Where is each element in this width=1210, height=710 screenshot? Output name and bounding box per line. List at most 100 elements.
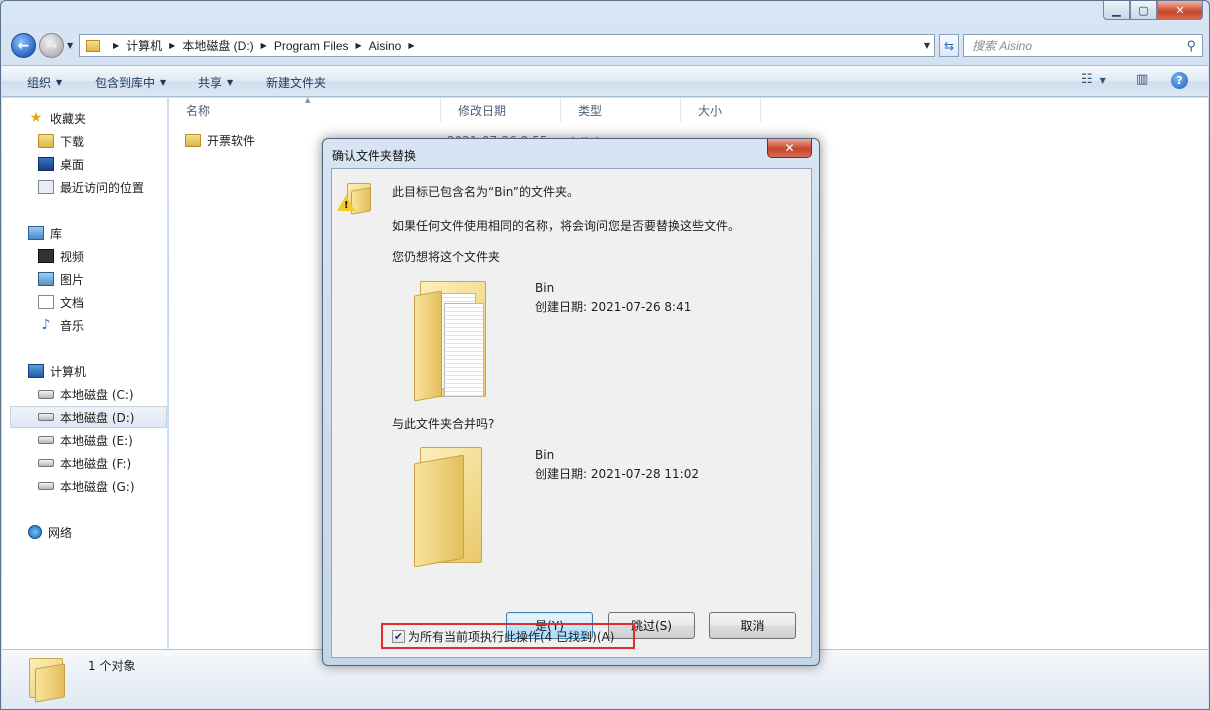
breadcrumb: ▶ 计算机 ▶ 本地磁盘 (D:) ▶ Program Files ▶ Aisi… <box>106 37 422 54</box>
breadcrumb-drive-d[interactable]: 本地磁盘 (D:) <box>182 37 253 54</box>
target-folder-icon <box>412 445 492 569</box>
close-icon: ✕ <box>1175 3 1185 17</box>
chevron-right-icon[interactable]: ▶ <box>113 41 119 50</box>
nav-videos-label: 视频 <box>60 249 85 264</box>
chevron-right-icon[interactable]: ▶ <box>356 41 362 50</box>
sort-ascending-icon: ▲ <box>305 96 311 104</box>
preview-pane-icon: ▥ <box>1136 72 1149 87</box>
breadcrumb-aisino[interactable]: Aisino <box>369 39 402 53</box>
picture-icon <box>38 272 54 286</box>
dialog-body: ! 此目标已包含名为“Bin”的文件夹。 如果任何文件使用相同的名称，将会询问您… <box>331 168 812 658</box>
include-in-library-label: 包含到库中 <box>95 76 156 90</box>
apply-to-all-label[interactable]: 为所有当前项执行此操作(4 已找到)(A) <box>408 628 614 645</box>
breadcrumb-program-files[interactable]: Program Files <box>274 39 349 53</box>
nav-drive-e[interactable]: 本地磁盘 (E:) <box>38 429 167 451</box>
nav-drive-f[interactable]: 本地磁盘 (F:) <box>38 452 167 474</box>
address-history-dropdown[interactable]: ▼ <box>924 41 930 50</box>
column-modified-label: 修改日期 <box>458 103 507 118</box>
video-icon <box>38 249 54 263</box>
dialog-close-button[interactable]: ✕ <box>767 139 812 158</box>
organize-menu[interactable]: 组织 ▼ <box>27 74 62 91</box>
column-header-modified[interactable]: 修改日期 <box>441 98 561 122</box>
skip-button-label: 跳过(S) <box>631 619 672 633</box>
column-type-label: 类型 <box>578 103 603 118</box>
target-folder-created: 创建日期: 2021-07-28 11:02 <box>535 467 699 481</box>
search-icon[interactable]: ⚲ <box>1186 38 1196 54</box>
library-icon <box>28 226 44 240</box>
organize-label: 组织 <box>27 76 52 90</box>
caption-buttons: ▁ ▢ ✕ <box>1103 1 1203 20</box>
address-bar[interactable]: ▶ 计算机 ▶ 本地磁盘 (D:) ▶ Program Files ▶ Aisi… <box>79 34 935 57</box>
document-icon <box>38 295 54 309</box>
share-menu[interactable]: 共享 ▼ <box>198 74 233 91</box>
chevron-right-icon[interactable]: ▶ <box>169 41 175 50</box>
refresh-button[interactable]: ⇆ <box>939 34 959 57</box>
downloads-folder-icon <box>38 134 54 148</box>
computer-icon <box>28 364 44 378</box>
help-button[interactable]: ? <box>1171 72 1188 89</box>
dialog-message-line1: 此目标已包含名为“Bin”的文件夹。 <box>392 185 579 199</box>
nav-drive-d-label: 本地磁盘 (D:) <box>60 410 135 425</box>
nav-libraries-label: 库 <box>50 226 63 241</box>
column-header-size[interactable]: 大小 <box>681 98 761 122</box>
new-folder-button[interactable]: 新建文件夹 <box>266 74 326 91</box>
folder-icon <box>185 134 201 147</box>
minimize-button[interactable]: ▁ <box>1103 1 1130 20</box>
column-header-name[interactable]: 名称 ▲ <box>169 96 441 122</box>
drive-icon <box>38 482 54 490</box>
apply-to-all-checkbox[interactable]: ✔ <box>392 629 405 643</box>
recent-pages-dropdown[interactable]: ▼ <box>67 41 73 50</box>
chevron-right-icon[interactable]: ▶ <box>408 41 414 50</box>
nav-drive-g[interactable]: 本地磁盘 (G:) <box>38 475 167 497</box>
nav-drive-d[interactable]: 本地磁盘 (D:) <box>10 406 167 428</box>
folder-icon <box>29 658 69 703</box>
column-name-label: 名称 <box>186 103 211 118</box>
item-count: 1 个对象 <box>88 659 136 673</box>
target-folder-name: Bin <box>535 448 555 462</box>
preview-pane-button[interactable]: ▥ <box>1136 72 1148 87</box>
nav-drive-c[interactable]: 本地磁盘 (C:) <box>38 383 167 405</box>
view-options-button[interactable]: ☷ ▼ <box>1081 72 1106 87</box>
search-placeholder: 搜索 Aisino <box>972 39 1033 53</box>
column-header-type[interactable]: 类型 <box>561 98 681 122</box>
back-arrow-icon: ← <box>17 37 30 54</box>
nav-recent-label: 最近访问的位置 <box>60 180 145 195</box>
address-row: ← → ▼ ▶ 计算机 ▶ 本地磁盘 (D:) ▶ Program Files … <box>9 31 1203 61</box>
maximize-button[interactable]: ▢ <box>1130 1 1157 20</box>
nav-pictures-label: 图片 <box>60 272 85 287</box>
cancel-button[interactable]: 取消 <box>709 612 796 639</box>
network-icon <box>28 525 42 539</box>
source-folder-icon <box>412 279 492 403</box>
refresh-icon: ⇆ <box>943 38 955 53</box>
include-in-library-menu[interactable]: 包含到库中 ▼ <box>95 74 166 91</box>
table-row[interactable]: 开票软件 <box>185 132 255 149</box>
back-button[interactable]: ← <box>11 33 36 58</box>
dialog-title: 确认文件夹替换 <box>332 149 417 163</box>
help-icon: ? <box>1171 72 1188 89</box>
navigation-pane: ★ 收藏夹 下载 桌面 最近访问的位置 库 视频 图片 文档 ♪ 音乐 计算机 本地… <box>2 98 168 649</box>
nav-desktop-label: 桌面 <box>60 157 85 172</box>
share-label: 共享 <box>198 76 223 90</box>
breadcrumb-computer[interactable]: 计算机 <box>126 37 162 54</box>
forward-button[interactable]: → <box>39 33 64 58</box>
search-input[interactable]: 搜索 Aisino ⚲ <box>963 34 1203 57</box>
minimize-icon: ▁ <box>1112 3 1121 17</box>
nav-music-label: 音乐 <box>60 318 85 333</box>
chevron-down-icon: ▼ <box>227 78 234 87</box>
apply-to-all-highlight: ✔ 为所有当前项执行此操作(4 已找到)(A) <box>381 623 635 649</box>
forward-arrow-icon: → <box>45 37 58 54</box>
close-button[interactable]: ✕ <box>1157 1 1203 20</box>
dialog-question-1: 您仍想将这个文件夹 <box>392 250 501 264</box>
nav-network-label: 网络 <box>48 525 73 540</box>
drive-icon <box>38 459 54 467</box>
new-folder-label: 新建文件夹 <box>266 76 327 90</box>
chevron-down-icon: ▼ <box>160 78 167 87</box>
star-icon: ★ <box>29 110 43 126</box>
recent-places-icon <box>38 180 54 194</box>
dialog-question-2: 与此文件夹合并吗? <box>392 417 495 431</box>
nav-downloads-label: 下载 <box>60 134 85 149</box>
chevron-down-icon: ▼ <box>56 78 63 87</box>
chevron-right-icon[interactable]: ▶ <box>261 41 267 50</box>
chevron-down-icon: ▼ <box>1099 76 1106 85</box>
nav-documents-label: 文档 <box>60 295 85 310</box>
